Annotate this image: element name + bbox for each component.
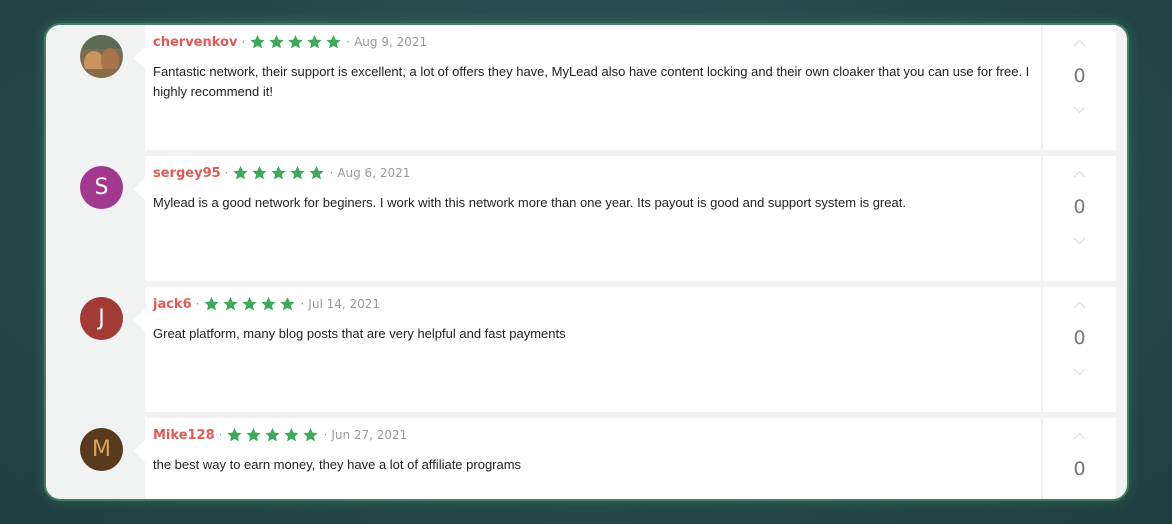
star-icon [303, 428, 319, 442]
star-rating [226, 427, 319, 443]
star-icon [204, 297, 220, 311]
review-item: M Mike128 · · Jun 27, 2021 the best way … [46, 418, 1127, 499]
avatar-photo-icon [80, 35, 123, 78]
chevron-up-icon[interactable] [1073, 169, 1086, 179]
vote-score: 0 [1073, 458, 1086, 480]
review-item: J jack6 · · Jul 14, 2021 Great platform,… [46, 287, 1127, 416]
review-text: Fantastic network, their support is exce… [153, 64, 1030, 99]
star-icon [290, 166, 306, 180]
star-icon [326, 35, 341, 49]
vote-score: 0 [1073, 327, 1086, 349]
meta-separator: · [195, 297, 200, 311]
avatar[interactable]: M [80, 428, 123, 471]
star-rating [232, 165, 325, 181]
avatar-initial: M [92, 437, 111, 462]
meta-separator: · [218, 428, 223, 442]
star-icon [261, 297, 277, 311]
star-icon [307, 35, 322, 49]
star-icon [250, 35, 265, 49]
meta-separator: · [323, 428, 328, 442]
review-username[interactable]: Mike128 [153, 428, 215, 443]
star-icon [284, 428, 300, 442]
vote-panel: 0 [1043, 156, 1116, 281]
review-meta: Mike128 · · Jun 27, 2021 [153, 427, 407, 443]
reviews-card: chervenkov · · Aug 9, 2021 Fantastic net… [46, 25, 1127, 499]
star-icon [271, 166, 287, 180]
avatar[interactable] [80, 35, 123, 78]
review-username[interactable]: jack6 [153, 297, 192, 312]
review-bubble: sergey95 · · Aug 6, 2021 Mylead is a goo… [133, 156, 1041, 281]
star-icon [227, 428, 243, 442]
vote-panel: 0 [1043, 418, 1116, 499]
meta-separator: · [224, 166, 229, 180]
meta-separator: · [329, 166, 334, 180]
star-icon [269, 35, 284, 49]
review-meta: jack6 · · Jul 14, 2021 [153, 296, 380, 312]
vote-panel: 0 [1043, 287, 1116, 412]
avatar-initial: J [98, 306, 105, 331]
vote-panel: 0 [1043, 25, 1116, 150]
review-date: Jul 14, 2021 [308, 297, 381, 311]
chevron-up-icon[interactable] [1073, 38, 1086, 48]
star-icon [242, 297, 258, 311]
meta-separator: · [346, 35, 351, 49]
review-date: Aug 9, 2021 [354, 35, 428, 49]
vote-score: 0 [1073, 196, 1086, 218]
star-icon [233, 166, 249, 180]
star-icon [246, 428, 262, 442]
review-text: Mylead is a good network for beginers. I… [153, 195, 906, 210]
review-meta: chervenkov · · Aug 9, 2021 [153, 34, 427, 50]
review-meta: sergey95 · · Aug 6, 2021 [153, 165, 410, 181]
star-icon [309, 166, 325, 180]
chevron-down-icon[interactable] [1073, 236, 1086, 246]
star-icon [265, 428, 281, 442]
review-username[interactable]: chervenkov [153, 35, 237, 50]
star-icon [252, 166, 268, 180]
star-icon [280, 297, 296, 311]
review-item: S sergey95 · · Aug 6, 2021 Mylead is a g… [46, 156, 1127, 285]
vote-score: 0 [1073, 65, 1086, 87]
review-item: chervenkov · · Aug 9, 2021 Fantastic net… [46, 25, 1127, 154]
review-username[interactable]: sergey95 [153, 166, 221, 181]
star-icon [288, 35, 303, 49]
chevron-up-icon[interactable] [1073, 300, 1086, 310]
star-rating [203, 296, 296, 312]
review-date: Jun 27, 2021 [331, 428, 408, 442]
review-bubble: chervenkov · · Aug 9, 2021 Fantastic net… [133, 25, 1041, 150]
review-text: Great platform, many blog posts that are… [153, 326, 566, 341]
avatar[interactable]: J [80, 297, 123, 340]
chevron-down-icon[interactable] [1073, 367, 1086, 377]
avatar[interactable]: S [80, 166, 123, 209]
star-icon [223, 297, 239, 311]
meta-separator: · [300, 297, 305, 311]
review-bubble: Mike128 · · Jun 27, 2021 the best way to… [133, 418, 1041, 499]
chevron-down-icon[interactable] [1073, 105, 1086, 115]
review-date: Aug 6, 2021 [337, 166, 411, 180]
review-bubble: jack6 · · Jul 14, 2021 Great platform, m… [133, 287, 1041, 412]
review-text: the best way to earn money, they have a … [153, 457, 522, 472]
avatar-initial: S [94, 175, 109, 200]
chevron-up-icon[interactable] [1073, 431, 1086, 441]
meta-separator: · [241, 35, 246, 49]
star-rating [249, 34, 342, 50]
